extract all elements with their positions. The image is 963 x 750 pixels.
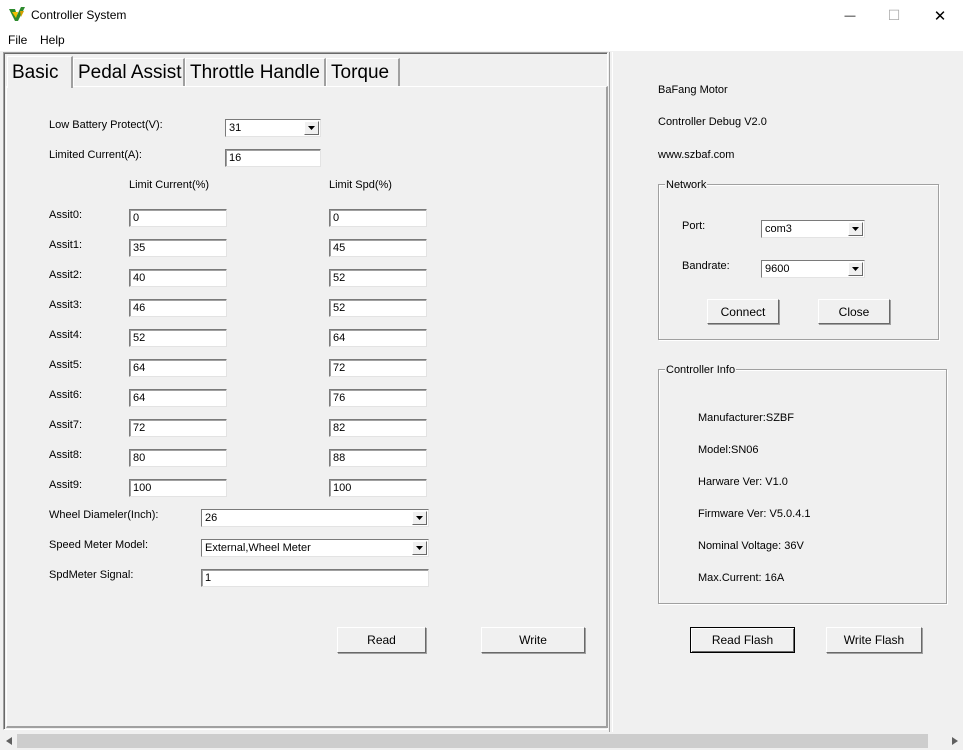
chevron-down-icon[interactable] bbox=[412, 511, 427, 525]
assist9-spd-input[interactable]: 100 bbox=[329, 479, 427, 497]
assist0-label: Assit0: bbox=[49, 209, 83, 221]
minimize-button[interactable]: — bbox=[827, 0, 873, 31]
port-value: com3 bbox=[765, 223, 792, 235]
low-battery-label: Low Battery Protect(V): bbox=[49, 119, 163, 131]
port-select[interactable]: com3 bbox=[761, 220, 865, 238]
spdmeter-signal-label: SpdMeter Signal: bbox=[49, 569, 134, 581]
assist7-label: Assit7: bbox=[49, 419, 83, 431]
assist3-spd-input[interactable]: 52 bbox=[329, 299, 427, 317]
assist5-label: Assit5: bbox=[49, 359, 83, 371]
col-limit-current-header: Limit Current(%) bbox=[129, 179, 210, 191]
speed-meter-select[interactable]: External,Wheel Meter bbox=[201, 539, 429, 557]
app-version: Controller Debug V2.0 bbox=[658, 116, 767, 128]
assist0-current-input[interactable]: 0 bbox=[129, 209, 227, 227]
tab-throttle-handle[interactable]: Throttle Handle bbox=[185, 58, 326, 86]
menu-file[interactable]: File bbox=[8, 33, 27, 47]
assist8-label: Assit8: bbox=[49, 449, 83, 461]
assist2-current-input[interactable]: 40 bbox=[129, 269, 227, 287]
assist7-spd-input[interactable]: 82 bbox=[329, 419, 427, 437]
write-flash-button[interactable]: Write Flash bbox=[826, 627, 922, 653]
network-group-title: Network bbox=[665, 179, 708, 191]
assist6-current-input[interactable]: 64 bbox=[129, 389, 227, 407]
baudrate-value: 9600 bbox=[765, 263, 790, 275]
close-icon: ✕ bbox=[933, 7, 947, 25]
assist1-spd-input[interactable]: 45 bbox=[329, 239, 427, 257]
limited-current-label: Limited Current(A): bbox=[49, 149, 142, 161]
low-battery-value: 31 bbox=[229, 122, 242, 134]
col-limit-spd-header: Limit Spd(%) bbox=[329, 179, 392, 191]
assist9-current-input[interactable]: 100 bbox=[129, 479, 227, 497]
assist7-current-input[interactable]: 72 bbox=[129, 419, 227, 437]
nominal-voltage-info: Nominal Voltage: 36V bbox=[698, 540, 804, 552]
app-logo-icon bbox=[8, 6, 26, 24]
title-bar bbox=[0, 0, 963, 31]
manufacturer-info: Manufacturer:SZBF bbox=[698, 412, 794, 424]
assist8-current-input[interactable]: 80 bbox=[129, 449, 227, 467]
menu-bar bbox=[0, 31, 963, 51]
minimize-icon: — bbox=[844, 9, 856, 22]
scroll-left-icon[interactable] bbox=[0, 732, 17, 750]
assist1-current-input[interactable]: 35 bbox=[129, 239, 227, 257]
max-current-info: Max.Current: 16A bbox=[698, 572, 785, 584]
assist1-label: Assit1: bbox=[49, 239, 83, 251]
baudrate-select[interactable]: 9600 bbox=[761, 260, 865, 278]
port-label: Port: bbox=[682, 220, 706, 232]
assist6-label: Assit6: bbox=[49, 389, 83, 401]
firmware-version-info: Firmware Ver: V5.0.4.1 bbox=[698, 508, 811, 520]
limited-current-input[interactable]: 16 bbox=[225, 149, 321, 167]
tab-basic[interactable]: Basic bbox=[7, 56, 73, 88]
scroll-right-icon[interactable] bbox=[946, 732, 963, 750]
assist2-spd-input[interactable]: 52 bbox=[329, 269, 427, 287]
assist9-label: Assit9: bbox=[49, 479, 83, 491]
write-button[interactable]: Write bbox=[481, 627, 585, 653]
read-flash-button[interactable]: Read Flash bbox=[690, 627, 795, 653]
wheel-diameter-select[interactable]: 26 bbox=[201, 509, 429, 527]
assist2-label: Assit2: bbox=[49, 269, 83, 281]
window-title: Controller System bbox=[31, 8, 127, 22]
spdmeter-signal-input[interactable]: 1 bbox=[201, 569, 429, 587]
close-button[interactable]: Close bbox=[818, 299, 890, 324]
speed-meter-label: Speed Meter Model: bbox=[49, 539, 149, 551]
menu-help[interactable]: Help bbox=[40, 33, 65, 47]
chevron-down-icon[interactable] bbox=[304, 121, 319, 135]
assist6-spd-input[interactable]: 76 bbox=[329, 389, 427, 407]
tab-torque[interactable]: Torque bbox=[326, 58, 400, 86]
close-window-button[interactable]: ✕ bbox=[917, 0, 963, 31]
tab-pedal-assist[interactable]: Pedal Assist bbox=[73, 58, 185, 86]
model-info: Model:SN06 bbox=[698, 444, 759, 456]
assist3-current-input[interactable]: 46 bbox=[129, 299, 227, 317]
hardware-version-info: Harware Ver: V1.0 bbox=[698, 476, 788, 488]
brand-name: BaFang Motor bbox=[658, 84, 728, 96]
connect-button[interactable]: Connect bbox=[707, 299, 779, 324]
baudrate-label: Bandrate: bbox=[682, 260, 730, 272]
read-button[interactable]: Read bbox=[337, 627, 426, 653]
wheel-diameter-value: 26 bbox=[205, 512, 218, 524]
assist4-current-input[interactable]: 52 bbox=[129, 329, 227, 347]
maximize-icon: ☐ bbox=[887, 7, 901, 23]
chevron-down-icon[interactable] bbox=[848, 222, 863, 236]
maximize-button[interactable]: ☐ bbox=[871, 0, 917, 31]
assist8-spd-input[interactable]: 88 bbox=[329, 449, 427, 467]
speed-meter-value: External,Wheel Meter bbox=[205, 542, 311, 554]
assist5-spd-input[interactable]: 72 bbox=[329, 359, 427, 377]
panel-divider bbox=[609, 52, 613, 732]
low-battery-select[interactable]: 31 bbox=[225, 119, 321, 137]
controller-info-title: Controller Info bbox=[665, 364, 737, 376]
assist3-label: Assit3: bbox=[49, 299, 83, 311]
assist0-spd-input[interactable]: 0 bbox=[329, 209, 427, 227]
assist5-current-input[interactable]: 64 bbox=[129, 359, 227, 377]
wheel-diameter-label: Wheel Diameler(Inch): bbox=[49, 509, 159, 521]
chevron-down-icon[interactable] bbox=[412, 541, 427, 555]
website: www.szbaf.com bbox=[658, 149, 735, 161]
assist4-label: Assit4: bbox=[49, 329, 83, 341]
chevron-down-icon[interactable] bbox=[848, 262, 863, 276]
scrollbar-thumb[interactable] bbox=[17, 734, 928, 748]
assist4-spd-input[interactable]: 64 bbox=[329, 329, 427, 347]
